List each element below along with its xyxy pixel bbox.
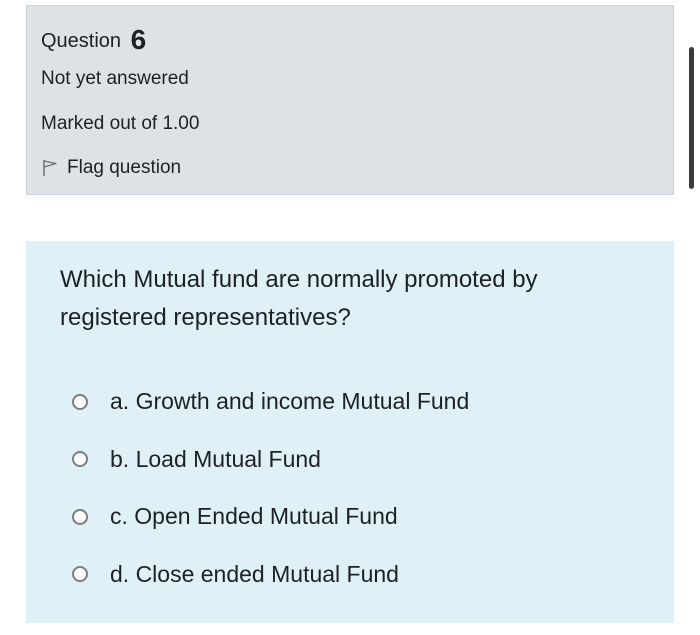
- answer-label-d[interactable]: d. Close ended Mutual Fund: [110, 561, 399, 588]
- question-number: 6: [130, 24, 147, 55]
- radio-button-b[interactable]: [72, 451, 88, 468]
- answer-option-b[interactable]: b. Load Mutual Fund: [72, 431, 469, 489]
- question-state: Not yet answered: [41, 68, 189, 89]
- question-info-panel: Question 6 Not yet answered Marked out o…: [26, 5, 674, 195]
- answer-label-b[interactable]: b. Load Mutual Fund: [110, 446, 321, 473]
- radio-button-d[interactable]: [72, 566, 88, 583]
- question-label: Question: [41, 30, 122, 52]
- scrollbar[interactable]: [689, 47, 694, 189]
- radio-button-a[interactable]: [72, 393, 88, 410]
- answer-options: a. Growth and income Mutual Fund b. Load…: [72, 373, 469, 603]
- question-content: Which Mutual fund are normally promoted …: [26, 241, 674, 623]
- answer-option-a[interactable]: a. Growth and income Mutual Fund: [72, 373, 469, 431]
- radio-button-c[interactable]: [72, 508, 88, 525]
- question-grade: Marked out of 1.00: [41, 113, 200, 134]
- question-text: Which Mutual fund are normally promoted …: [60, 266, 538, 331]
- flag-question-label: Flag question: [67, 157, 182, 178]
- quiz-page: Question 6 Not yet answered Marked out o…: [0, 0, 700, 635]
- answer-option-d[interactable]: d. Close ended Mutual Fund: [72, 546, 469, 604]
- answer-label-c[interactable]: c. Open Ended Mutual Fund: [110, 503, 398, 530]
- answer-option-c[interactable]: c. Open Ended Mutual Fund: [72, 488, 469, 546]
- flag-question-link[interactable]: Flag question: [41, 157, 181, 179]
- question-title: Question 6: [41, 24, 146, 56]
- answer-label-a[interactable]: a. Growth and income Mutual Fund: [110, 388, 469, 415]
- flag-outline-icon: [41, 159, 59, 177]
